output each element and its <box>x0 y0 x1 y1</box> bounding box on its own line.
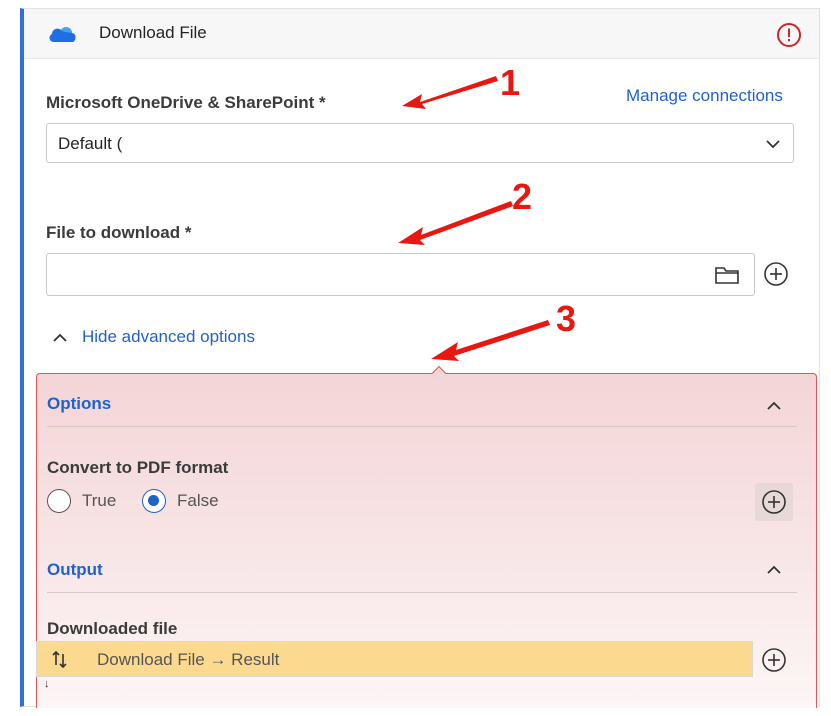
variable-arrows-icon <box>52 650 67 668</box>
connection-select[interactable]: Default ( com) <box>46 123 794 163</box>
radio-true[interactable] <box>47 489 71 513</box>
arrow-down-icon: ↓ <box>44 678 50 690</box>
output-divider <box>47 592 797 593</box>
output-section-title[interactable]: Output <box>47 560 103 580</box>
add-variable-output-button[interactable] <box>755 641 793 679</box>
annotation-arrow-1 <box>402 76 498 109</box>
connection-label: Microsoft OneDrive & SharePoint * <box>46 93 326 112</box>
convert-to-pdf-label: Convert to PDF format <box>47 458 229 477</box>
add-variable-convert-button[interactable] <box>755 483 793 521</box>
hide-advanced-options-label: Hide advanced options <box>82 327 255 346</box>
add-variable-button[interactable] <box>757 255 795 293</box>
options-divider <box>47 426 797 427</box>
redaction-mask <box>128 135 359 155</box>
chevron-up-icon <box>53 333 67 342</box>
downloaded-file-label: Downloaded file <box>47 619 178 638</box>
annotation-number-1: 1 <box>500 62 521 103</box>
file-to-download-input[interactable] <box>46 253 755 296</box>
annotation-arrow-2 <box>398 201 513 245</box>
advanced-notch <box>431 365 447 381</box>
file-to-download-label: File to download * <box>46 223 192 242</box>
collapse-output-icon[interactable] <box>766 564 782 576</box>
panel-header: Download File <box>24 9 819 59</box>
plus-circle-icon <box>762 648 786 672</box>
radio-false-label: False <box>177 491 219 510</box>
onedrive-icon <box>49 27 76 42</box>
plus-circle-icon <box>762 490 786 514</box>
annotation-number-2: 2 <box>512 176 533 217</box>
panel-title: Download File <box>99 23 207 42</box>
annotation-arrow-3 <box>431 320 550 361</box>
options-section-title[interactable]: Options <box>47 394 111 414</box>
plus-circle-icon <box>764 262 788 286</box>
radio-true-label: True <box>82 491 117 510</box>
chevron-down-icon <box>766 140 780 149</box>
collapse-options-icon[interactable] <box>766 400 782 412</box>
radio-false[interactable] <box>142 489 166 513</box>
error-icon[interactable] <box>776 22 802 48</box>
downloaded-file-field[interactable]: Download File → Result <box>36 641 753 677</box>
manage-connections-link[interactable]: Manage connections <box>626 86 783 106</box>
annotation-number-3: 3 <box>556 298 577 339</box>
downloaded-file-value: Download File → Result <box>97 650 280 669</box>
folder-icon[interactable] <box>714 264 740 286</box>
